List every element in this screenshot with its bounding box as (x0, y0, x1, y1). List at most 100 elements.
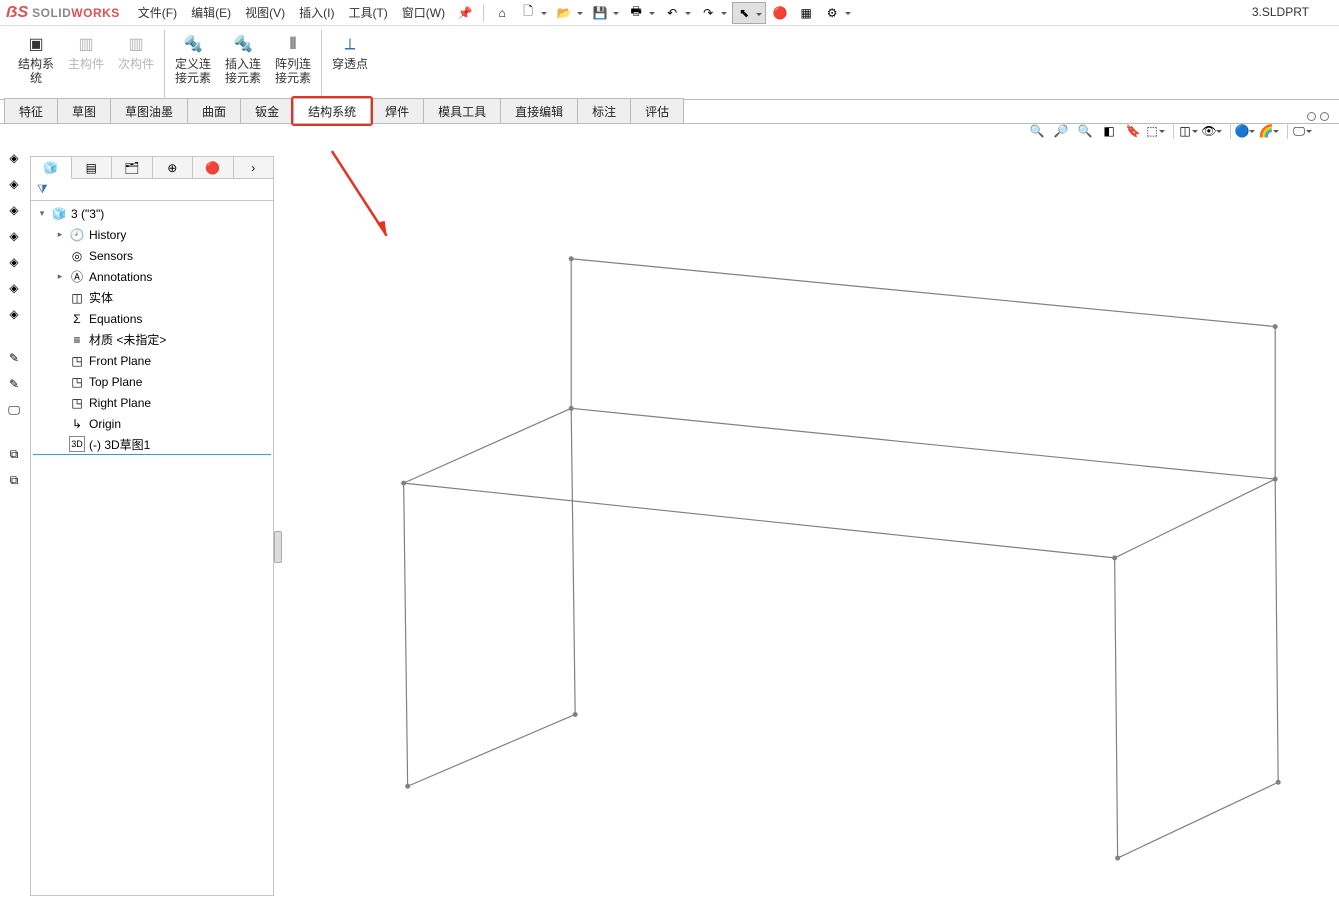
view-settings-icon[interactable]: 🖵 (1293, 120, 1315, 142)
ribbon-insert-conn[interactable]: 🔩插入连 接元素 (221, 30, 265, 99)
ls-icon-6[interactable]: ◈ (4, 278, 24, 298)
plane-icon: ◳ (69, 395, 85, 411)
structural-system-icon: ▣ (24, 34, 48, 56)
tree-sensors[interactable]: ◎Sensors (33, 245, 271, 266)
dot-icon[interactable] (1320, 112, 1329, 121)
tab-sketch[interactable]: 草图 (57, 98, 111, 123)
ls-icon-3[interactable]: ◈ (4, 200, 24, 220)
graphics-viewport[interactable] (282, 140, 1339, 910)
home-icon[interactable]: ⌂ (490, 2, 514, 24)
history-icon: 🕘 (69, 227, 85, 243)
menu-edit[interactable]: 编辑(E) (185, 1, 237, 24)
left-vertical-toolbar: ◈ ◈ ◈ ◈ ◈ ◈ ◈ ✎ ✎ 🖵 ⧉ ⧉ (0, 140, 28, 498)
menu-window[interactable]: 窗口(W) (396, 1, 451, 24)
prev-view-icon[interactable]: 🔍 (1074, 120, 1096, 142)
ptab-dimxpert[interactable]: ⊕ (153, 157, 194, 178)
ls-icon-2[interactable]: ◈ (4, 174, 24, 194)
tree-origin[interactable]: ↳Origin (33, 413, 271, 434)
ls-icon-9[interactable]: ✎ (4, 374, 24, 394)
save-icon[interactable]: 💾 (588, 2, 622, 24)
tab-feature[interactable]: 特征 (4, 98, 58, 123)
pierce-icon: ⟂ (338, 34, 362, 56)
ls-icon-1[interactable]: ◈ (4, 148, 24, 168)
rebuild-icon[interactable]: 🔴 (768, 2, 792, 24)
equations-icon: Σ (69, 311, 85, 327)
open-icon[interactable]: 📂 (552, 2, 586, 24)
ribbon-pattern-conn[interactable]: ⫴阵列连 接元素 (271, 30, 315, 99)
menu-view[interactable]: 视图(V) (239, 1, 291, 24)
tree-solid[interactable]: ◫实体 (33, 287, 271, 308)
tab-evaluate[interactable]: 评估 (630, 98, 684, 123)
tab-moldtools[interactable]: 模具工具 (423, 98, 501, 123)
menu-insert[interactable]: 插入(I) (293, 1, 340, 24)
tree-equations[interactable]: ΣEquations (33, 308, 271, 329)
ls-icon-8[interactable]: ✎ (4, 348, 24, 368)
ptab-more[interactable]: › (234, 157, 274, 178)
ls-icon-4[interactable]: ◈ (4, 226, 24, 246)
pattern-conn-icon: ⫴ (281, 34, 305, 56)
separator (1230, 123, 1231, 139)
app-logo: ẞS SOLIDWORKS (6, 4, 120, 22)
redo-icon[interactable]: ↷ (696, 2, 730, 24)
ribbon-group-3: ⟂穿透点 (322, 30, 378, 99)
ls-icon-12[interactable]: ⧉ (4, 470, 24, 490)
ptab-config-manager[interactable]: 🗂 (112, 157, 153, 178)
tree-history[interactable]: ▸🕘History (33, 224, 271, 245)
tree-material[interactable]: ≡材质 <未指定> (33, 329, 271, 350)
ptab-property-manager[interactable]: ▤ (72, 157, 113, 178)
ribbon: ▣结构系 统 ▥主构件 ▥次构件 🔩定义连 接元素 🔩插入连 接元素 ⫴阵列连 … (0, 26, 1339, 100)
zoom-fit-icon[interactable]: 🔍 (1026, 120, 1048, 142)
ls-icon-5[interactable]: ◈ (4, 252, 24, 272)
primary-member-icon: ▥ (74, 34, 98, 56)
tree-right-plane[interactable]: ◳Right Plane (33, 392, 271, 413)
ptab-display-manager[interactable]: 🔴 (193, 157, 234, 178)
ribbon-define-conn[interactable]: 🔩定义连 接元素 (171, 30, 215, 99)
tab-weldment[interactable]: 焊件 (370, 98, 424, 123)
spacer (4, 426, 24, 438)
tab-structural-system[interactable]: 结构系统 (293, 98, 371, 123)
plane-icon: ◳ (69, 353, 85, 369)
select-icon[interactable]: ⬉ (732, 2, 766, 24)
separator (1287, 123, 1288, 139)
tab-sketchink[interactable]: 草图油墨 (110, 98, 188, 123)
feature-tree: ▾🧊3 ("3") ▸🕘History ◎Sensors ▸ⒶAnnotatio… (31, 201, 273, 457)
ls-icon-10[interactable]: 🖵 (4, 400, 24, 420)
tree-filter[interactable]: ⧩ (31, 179, 273, 201)
hide-show-icon[interactable]: 👁 (1203, 120, 1225, 142)
ribbon-pierce[interactable]: ⟂穿透点 (328, 30, 372, 99)
ptab-feature-tree[interactable]: 🧊 (31, 157, 72, 179)
tree-front-plane[interactable]: ◳Front Plane (33, 350, 271, 371)
tab-sheetmetal[interactable]: 钣金 (240, 98, 294, 123)
new-icon[interactable]: 🗋 (516, 2, 550, 24)
appearance-icon[interactable]: 🔵 (1236, 120, 1258, 142)
section-view-icon[interactable]: ◧ (1098, 120, 1120, 142)
tab-directedit[interactable]: 直接编辑 (500, 98, 578, 123)
view-orient-icon[interactable]: ⬚ (1146, 120, 1168, 142)
pin-icon[interactable]: 📌 (453, 2, 477, 24)
ls-icon-11[interactable]: ⧉ (4, 444, 24, 464)
display-style-icon[interactable]: ◫ (1179, 120, 1201, 142)
expand-icon[interactable]: ▸ (55, 229, 65, 240)
panel-resize-grip[interactable] (274, 156, 280, 896)
expand-icon[interactable]: ▸ (55, 271, 65, 282)
tree-annotations[interactable]: ▸ⒶAnnotations (33, 266, 271, 287)
collapse-icon[interactable]: ▾ (37, 208, 47, 219)
options-icon[interactable]: ▦ (794, 2, 818, 24)
undo-icon[interactable]: ↶ (660, 2, 694, 24)
ribbon-structural-system[interactable]: ▣结构系 统 (14, 30, 58, 99)
feature-tree-panel: 🧊 ▤ 🗂 ⊕ 🔴 › ⧩ ▾🧊3 ("3") ▸🕘History ◎Senso… (30, 156, 274, 896)
tree-3dsketch1[interactable]: 3D(-) 3D草图1 (33, 434, 271, 455)
tree-root[interactable]: ▾🧊3 ("3") (33, 203, 271, 224)
tree-top-plane[interactable]: ◳Top Plane (33, 371, 271, 392)
ls-icon-7[interactable]: ◈ (4, 304, 24, 324)
separator (1173, 123, 1174, 139)
tab-surface[interactable]: 曲面 (187, 98, 241, 123)
print-icon[interactable]: 🖶 (624, 2, 658, 24)
dyn-annot-icon[interactable]: 🔖 (1122, 120, 1144, 142)
scene-icon[interactable]: 🌈 (1260, 120, 1282, 142)
zoom-area-icon[interactable]: 🔎 (1050, 120, 1072, 142)
menu-tool[interactable]: 工具(T) (342, 1, 393, 24)
tab-annotation[interactable]: 标注 (577, 98, 631, 123)
menu-file[interactable]: 文件(F) (132, 1, 183, 24)
settings-icon[interactable]: ⚙ (820, 2, 854, 24)
